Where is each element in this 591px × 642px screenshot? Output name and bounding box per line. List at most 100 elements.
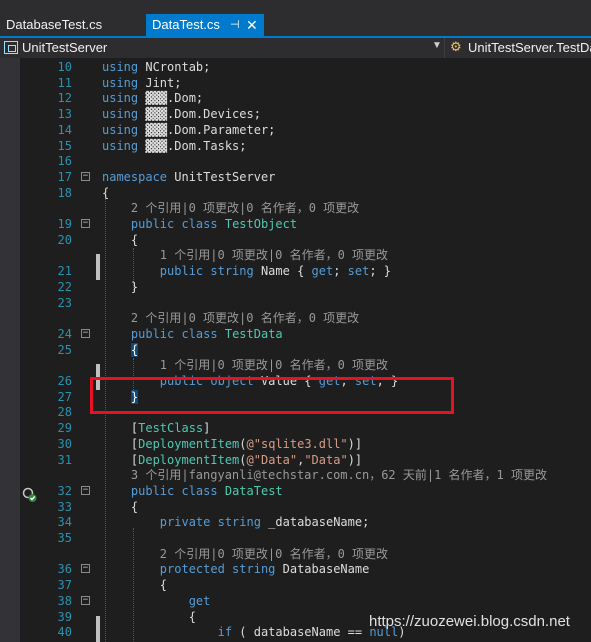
code-text: { xyxy=(102,185,110,200)
tab-datatest[interactable]: DataTest.cs ⊣ ✕ xyxy=(146,14,264,36)
code-line[interactable]: 10 using NCrontab; xyxy=(20,59,591,75)
code-line[interactable]: 13 using ▓▓▓.Dom.Devices; xyxy=(20,106,591,122)
code-text: using ▓▓▓.Dom.Tasks; xyxy=(102,138,247,153)
codelens-text[interactable]: 2 个引用|0 项更改|0 名作者，0 项更改 xyxy=(102,546,388,562)
red-annotation-box xyxy=(90,377,454,414)
document-tab-bar: DatabaseTest.cs DataTest.cs ⊣ ✕ xyxy=(0,0,591,36)
code-line[interactable]: 19− public class TestObject xyxy=(20,216,591,232)
collapse-icon[interactable]: − xyxy=(81,564,90,574)
code-line[interactable]: 38− get xyxy=(20,593,591,609)
codelens-row[interactable]: 1 个引用|0 项更改|0 名作者，0 项更改 xyxy=(20,357,591,373)
line-number: 11 xyxy=(57,75,72,90)
collapse-icon[interactable]: − xyxy=(81,171,90,181)
code-text: private string _databaseName; xyxy=(159,515,370,530)
code-line[interactable]: 32− public class DataTest xyxy=(20,483,591,499)
code-text: { xyxy=(102,232,139,247)
code-line[interactable]: 12 using ▓▓▓.Dom; xyxy=(20,90,591,106)
line-number: 18 xyxy=(57,185,72,200)
close-icon[interactable]: ✕ xyxy=(246,14,258,36)
collapse-icon[interactable]: − xyxy=(81,595,90,605)
code-line[interactable]: 17− namespace UnitTestServer xyxy=(20,169,591,185)
codelens-row[interactable]: 2 个引用|0 项更改|0 名作者，0 项更改 xyxy=(20,310,591,326)
csharp-project-icon xyxy=(4,41,18,54)
codelens-text[interactable]: 2 个引用|0 项更改|0 名作者，0 项更改 xyxy=(102,200,359,216)
code-line[interactable]: 22 } xyxy=(20,279,591,295)
test-passed-icon[interactable] xyxy=(22,487,38,503)
project-dropdown[interactable]: UnitTestServer ▼ xyxy=(0,38,445,58)
watermark: https://zuozewei.blog.csdn.net xyxy=(369,613,570,630)
member-label: UnitTestServer.TestDa xyxy=(468,40,591,55)
code-line[interactable]: 11 using Jint; xyxy=(20,75,591,91)
code-line[interactable]: 30 [DeploymentItem(@"sqlite3.dll")] xyxy=(20,436,591,452)
navigation-bar: UnitTestServer ▼ ⚙ UnitTestServer.TestDa xyxy=(0,38,591,59)
line-number: 12 xyxy=(57,91,72,106)
codelens-text[interactable]: 1 个引用|0 项更改|0 名作者，0 项更改 xyxy=(102,247,388,263)
tab-databasetest[interactable]: DatabaseTest.cs xyxy=(0,14,142,36)
code-line[interactable]: 37 { xyxy=(20,577,591,593)
code-line[interactable]: 36− protected string DatabaseName xyxy=(20,561,591,577)
line-number: 35 xyxy=(57,531,72,545)
class-icon: ⚙ xyxy=(450,39,462,54)
project-label: UnitTestServer xyxy=(22,40,108,55)
codelens-text[interactable]: 2 个引用|0 项更改|0 名作者，0 项更改 xyxy=(102,310,359,326)
line-number: 19 xyxy=(57,217,72,231)
code-editor[interactable]: 10 using NCrontab; 11 using Jint; 12 using ▓▓… xyxy=(20,58,591,642)
line-number: 14 xyxy=(57,122,72,137)
line-number: 25 xyxy=(57,342,72,357)
line-number: 10 xyxy=(57,60,72,74)
code-line[interactable]: 20 { xyxy=(20,232,591,248)
code-text: } xyxy=(102,279,139,294)
code-line[interactable]: 24− public class TestData xyxy=(20,326,591,342)
member-dropdown[interactable]: ⚙ UnitTestServer.TestDa xyxy=(446,38,591,58)
line-number: 23 xyxy=(57,295,72,310)
line-number: 37 xyxy=(57,578,72,593)
code-line[interactable]: 31 [DeploymentItem(@"Data","Data")] xyxy=(20,452,591,468)
code-text: using ▓▓▓.Dom.Parameter; xyxy=(102,122,276,137)
line-number: 21 xyxy=(57,264,72,279)
line-number: 28 xyxy=(57,405,72,420)
codelens-row[interactable]: 2 个引用|0 项更改|0 名作者，0 项更改 xyxy=(20,546,591,562)
codelens-row[interactable]: 2 个引用|0 项更改|0 名作者，0 项更改 xyxy=(20,200,591,216)
codelens-row[interactable]: 3 个引用|fangyanli@techstar.com.cn，62 天前|1 … xyxy=(20,467,591,483)
codelens-text[interactable]: 1 个引用|0 项更改|0 名作者，0 项更改 xyxy=(102,357,388,373)
line-number: 26 xyxy=(57,374,72,388)
code-text: [TestClass] xyxy=(102,421,211,436)
code-text: { xyxy=(102,609,196,624)
collapse-icon[interactable]: − xyxy=(81,219,90,228)
code-text: using ▓▓▓.Dom.Devices; xyxy=(102,107,261,122)
line-number: 39 xyxy=(57,609,72,624)
line-number: 32 xyxy=(57,483,72,498)
code-line[interactable]: 35 xyxy=(20,530,591,546)
collapse-icon[interactable]: − xyxy=(81,328,90,338)
code-text: protected string DatabaseName xyxy=(159,562,370,577)
codelens-row[interactable]: 1 个引用|0 项更改|0 名作者，0 项更改 xyxy=(20,247,591,263)
code-line[interactable]: 15 using ▓▓▓.Dom.Tasks; xyxy=(20,138,591,154)
code-text: public class DataTest xyxy=(130,483,283,498)
code-line[interactable]: 16 xyxy=(20,153,591,169)
code-line[interactable]: 33 { xyxy=(20,499,591,515)
code-line[interactable]: 14 using ▓▓▓.Dom.Parameter; xyxy=(20,122,591,138)
code-text: using ▓▓▓.Dom; xyxy=(102,91,204,106)
line-number: 33 xyxy=(57,499,72,514)
codelens-text[interactable]: 3 个引用|fangyanli@techstar.com.cn，62 天前|1 … xyxy=(102,467,547,483)
line-number: 16 xyxy=(57,154,72,169)
code-text: [DeploymentItem(@"Data","Data")] xyxy=(102,452,363,467)
code-text: { xyxy=(102,578,168,593)
line-number: 17 xyxy=(57,169,72,184)
collapse-icon[interactable]: − xyxy=(81,485,90,495)
code-line[interactable]: 29 [TestClass] xyxy=(20,420,591,436)
indicator-margin[interactable] xyxy=(0,58,20,642)
code-text: public class TestData xyxy=(130,326,283,341)
pin-icon[interactable]: ⊣ xyxy=(230,14,240,36)
code-text: using Jint; xyxy=(102,75,182,90)
code-line[interactable]: 23 xyxy=(20,295,591,311)
line-number: 29 xyxy=(57,421,72,436)
code-text: { xyxy=(130,342,139,357)
line-number: 22 xyxy=(57,279,72,294)
code-line[interactable]: 21 public string Name { get; set; } xyxy=(20,263,591,279)
code-text: { xyxy=(102,499,139,514)
code-line[interactable]: 34 private string _databaseName; xyxy=(20,514,591,530)
code-line[interactable]: 18 { xyxy=(20,185,591,201)
code-text: namespace UnitTestServer xyxy=(102,169,276,184)
code-line[interactable]: 25 { xyxy=(20,342,591,358)
